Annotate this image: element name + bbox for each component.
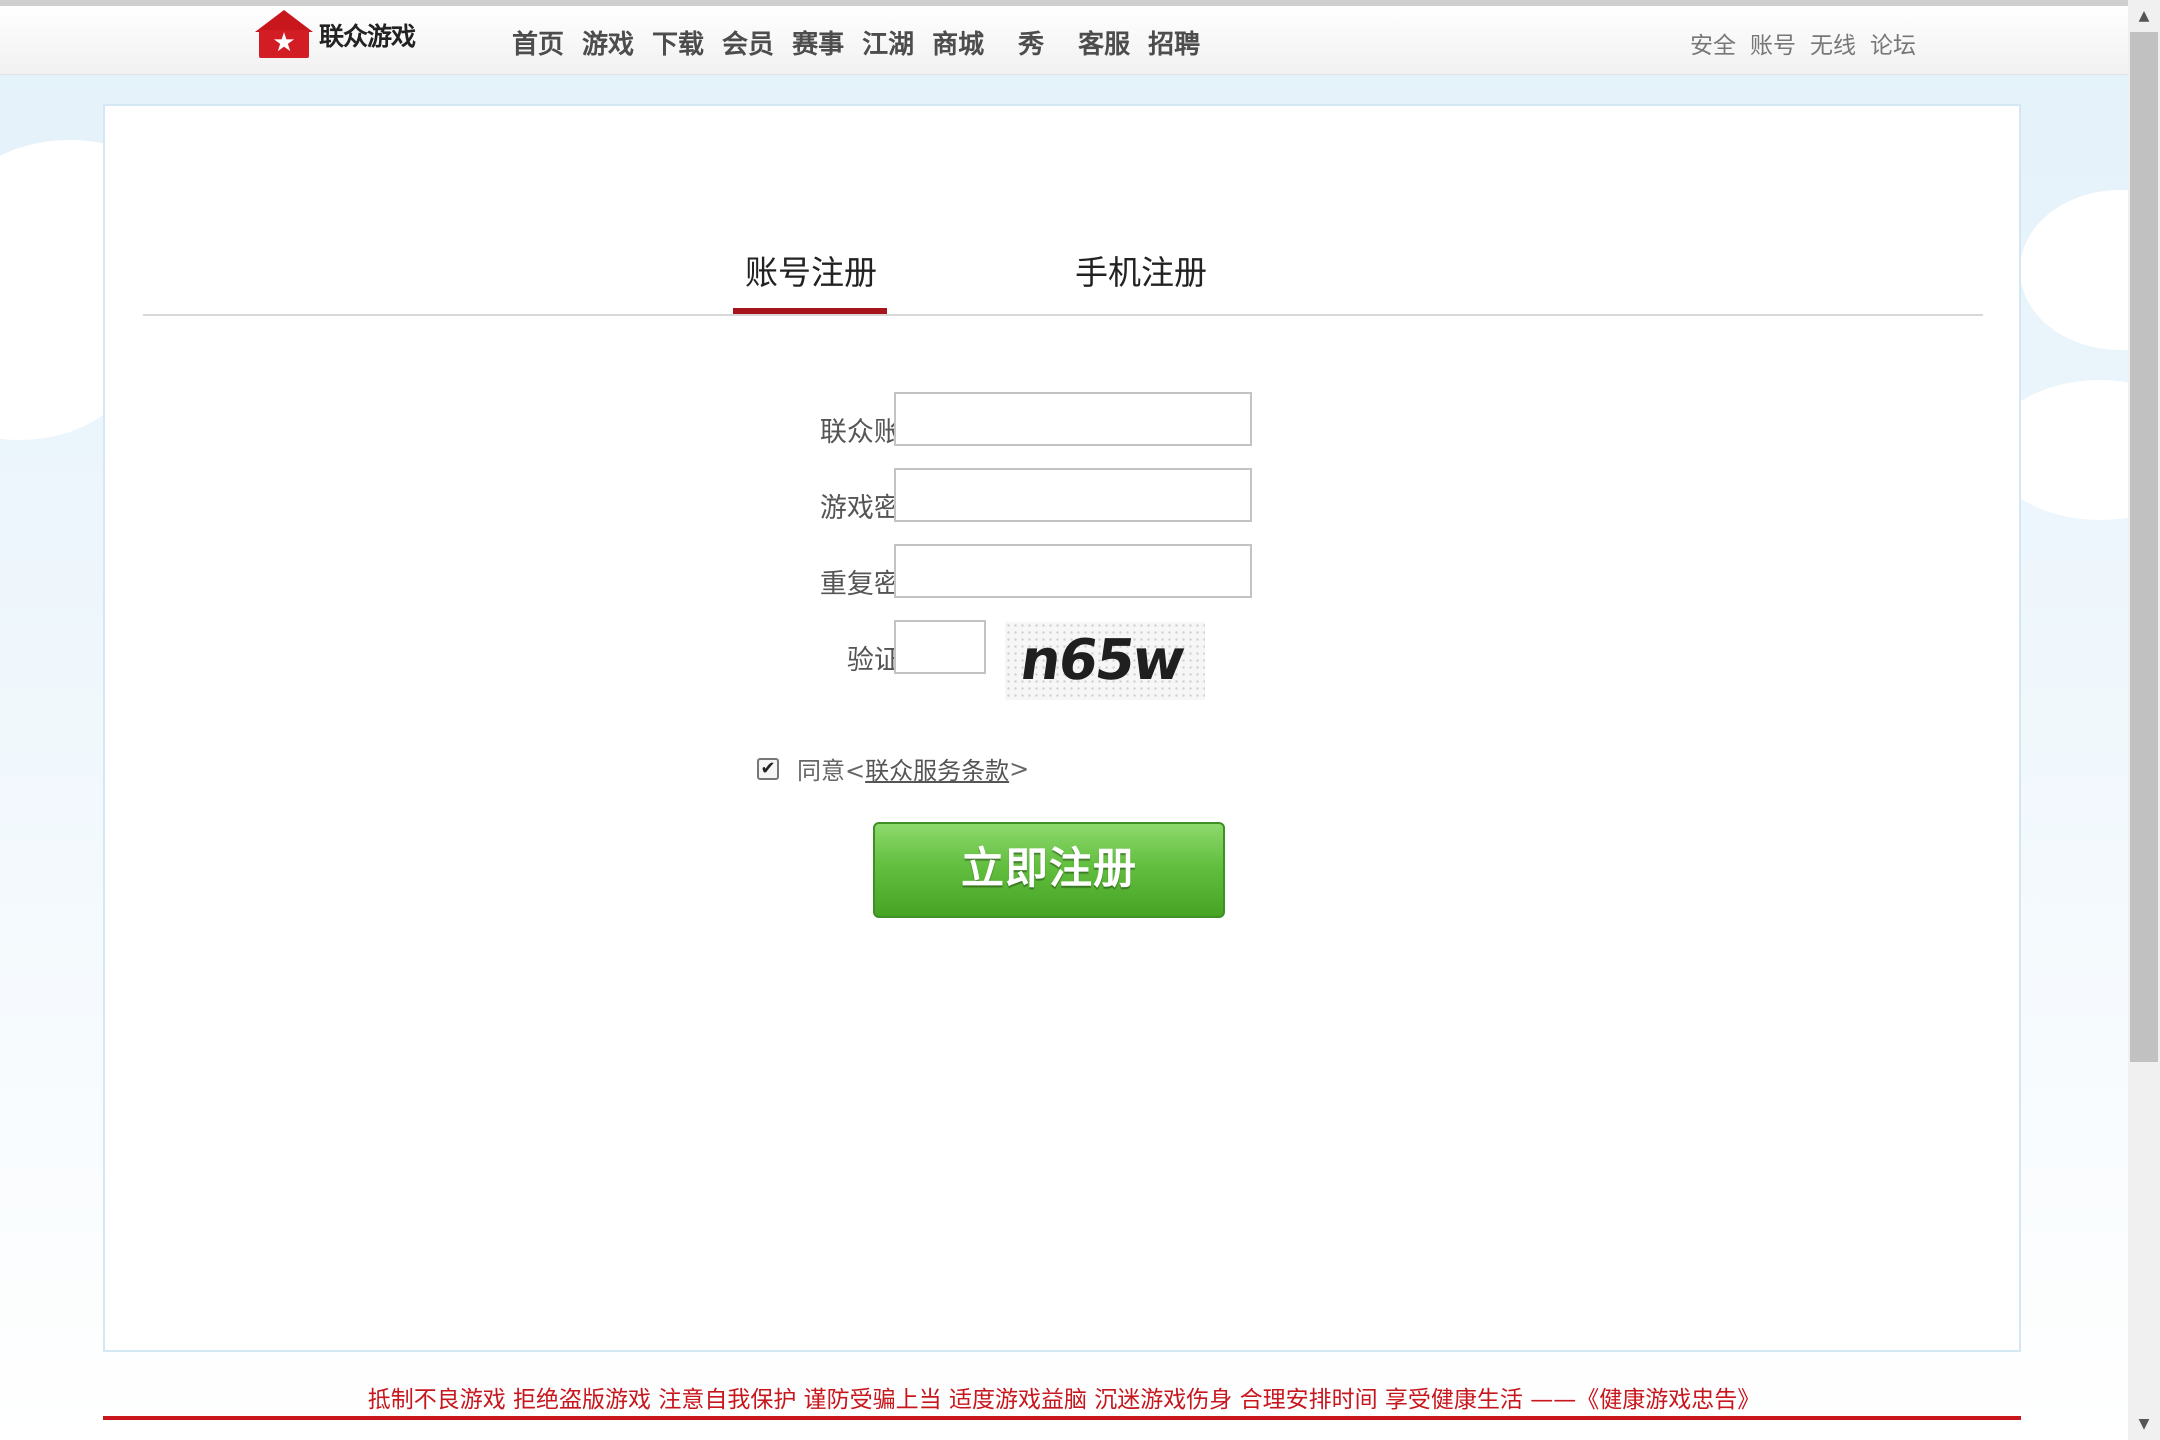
top-navbar: ★ 联众游戏 首页 游戏 下载 会员 赛事 江湖 商城 秀 客服 招聘 安全 账…: [0, 6, 2128, 75]
terms-link[interactable]: 联众服务条款: [865, 751, 1009, 786]
nav-mall[interactable]: 商城: [932, 24, 984, 61]
register-button[interactable]: 立即注册: [873, 822, 1225, 918]
nav-security[interactable]: 安全: [1690, 26, 1736, 60]
nav-show[interactable]: 秀: [1018, 24, 1044, 61]
nav-wireless[interactable]: 无线: [1810, 26, 1856, 60]
nav-forum[interactable]: 论坛: [1870, 26, 1916, 60]
register-panel: 账号注册 手机注册 联众账号: 游戏密码: 重复密码: 验证码: n65w ✔ …: [103, 104, 2021, 1352]
nav-jianghu[interactable]: 江湖: [862, 24, 914, 61]
main-nav: 首页 游戏 下载 会员 赛事 江湖 商城 秀 客服 招聘: [512, 24, 1218, 61]
secondary-nav: 安全 账号 无线 论坛: [1690, 26, 1930, 60]
site-logo[interactable]: ★ 联众游戏: [255, 10, 416, 60]
agree-suffix: >: [1009, 754, 1030, 783]
logo-text: 联众游戏: [319, 22, 416, 51]
nav-home[interactable]: 首页: [512, 24, 564, 61]
logo-house-icon: ★: [255, 10, 313, 60]
active-tab-indicator: [733, 308, 887, 314]
nav-account[interactable]: 账号: [1750, 26, 1796, 60]
repeat-password-input[interactable]: [894, 544, 1252, 598]
captcha-text: n65w: [1016, 628, 1188, 693]
password-input[interactable]: [894, 468, 1252, 522]
nav-events[interactable]: 赛事: [792, 24, 844, 61]
tab-divider: [143, 314, 1983, 316]
nav-jobs[interactable]: 招聘: [1148, 24, 1200, 61]
nav-service[interactable]: 客服: [1078, 24, 1130, 61]
footer-divider: [103, 1416, 2021, 1420]
scroll-up-arrow-icon[interactable]: ▲: [2128, 0, 2160, 32]
nav-games[interactable]: 游戏: [582, 24, 634, 61]
terms-agreement: ✔ 同意< 联众服务条款 >: [757, 751, 1029, 786]
captcha-input[interactable]: [894, 620, 986, 674]
nav-download[interactable]: 下载: [652, 24, 704, 61]
terms-checkbox[interactable]: ✔: [757, 757, 779, 780]
vertical-scrollbar[interactable]: ▲ ▼: [2128, 0, 2160, 1440]
scroll-down-arrow-icon[interactable]: ▼: [2128, 1408, 2160, 1440]
nav-member[interactable]: 会员: [722, 24, 774, 61]
agree-prefix: 同意<: [797, 757, 866, 785]
captcha-image[interactable]: n65w: [1005, 622, 1205, 700]
health-game-notice: 抵制不良游戏 拒绝盗版游戏 注意自我保护 谨防受骗上当 适度游戏益脑 沉迷游戏伤…: [367, 1387, 1761, 1413]
account-input[interactable]: [894, 392, 1252, 446]
tab-account-register[interactable]: 账号注册: [745, 246, 877, 294]
tab-phone-register[interactable]: 手机注册: [1075, 246, 1207, 294]
scroll-thumb[interactable]: [2130, 32, 2158, 1062]
cloud-right: [2020, 190, 2128, 350]
